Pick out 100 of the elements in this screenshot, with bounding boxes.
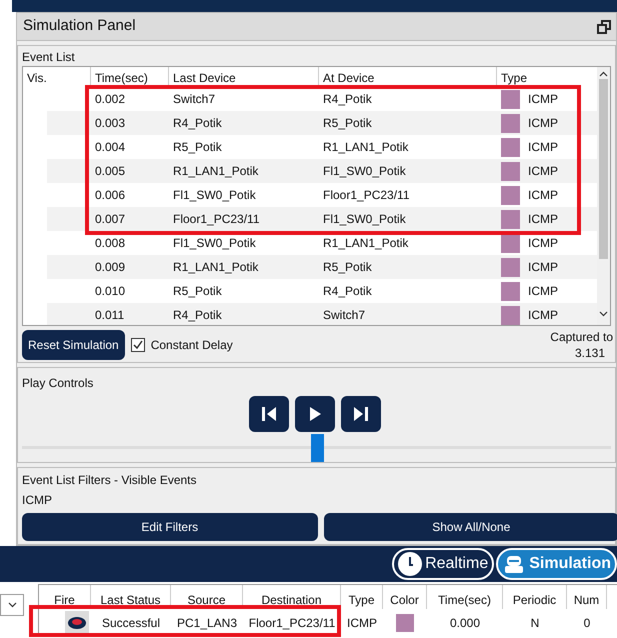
table-cell: 0.004 (95, 140, 126, 154)
color-swatch (501, 138, 520, 156)
table-cell: 0.008 (95, 236, 126, 250)
color-swatch (501, 210, 520, 228)
step-back-button[interactable] (249, 396, 289, 432)
filter-button[interactable]: Show All/None (324, 513, 617, 541)
table-cell: R1_LAN1_Potik (323, 140, 408, 154)
color-swatch (501, 162, 520, 180)
table-cell: 0.007 (95, 212, 126, 226)
restore-icon[interactable] (596, 18, 612, 34)
column-header[interactable]: At Device (323, 69, 374, 87)
table-cell-text: 0.000 (450, 615, 480, 632)
slider-thumb[interactable] (310, 434, 324, 462)
table-cell-text: ICMP (528, 259, 558, 276)
table-cell: Fl1_SW0_Potik (173, 188, 256, 202)
column-header[interactable]: Destination (261, 591, 322, 609)
caret-icon (8, 602, 16, 608)
table-cell: R5_Potik (323, 116, 372, 130)
section-title: Event List (21, 49, 76, 66)
color-swatch (501, 90, 520, 108)
table-cell-text: ICMP (347, 615, 377, 632)
dropdown[interactable] (0, 594, 24, 616)
table-cell: 0.002 (95, 92, 126, 106)
color-swatch (501, 306, 520, 324)
filter-button[interactable]: Edit Filters (22, 513, 318, 541)
table-cell: Fl1_SW0_Potik (323, 164, 406, 178)
reset-simulation-button[interactable]: Reset Simulation (22, 330, 125, 360)
table-cell-text: ICMP (528, 187, 558, 204)
column-header[interactable]: Type (501, 69, 528, 87)
play-button[interactable] (295, 396, 335, 432)
table-cell: 0.010 (95, 284, 126, 298)
table-cell: 0.006 (95, 188, 126, 202)
table-cell: R4_Potik (173, 308, 222, 322)
table-cell-text: PC1_LAN3 (176, 615, 238, 632)
mode-tab[interactable]: Simulation (496, 548, 617, 580)
table-cell: R5_Potik (173, 284, 222, 298)
table-cell-text: Floor1_PC23/11 (248, 615, 336, 632)
table-cell: Floor1_PC23/11 (323, 188, 410, 202)
color-swatch (501, 258, 520, 276)
column-header[interactable]: Last Status (100, 591, 161, 609)
section-title: Play Controls (21, 375, 94, 392)
table-cell: R4_Potik (173, 116, 222, 130)
scroll-up-icon[interactable] (599, 71, 608, 77)
table-cell: 0.009 (95, 260, 126, 274)
column-header[interactable]: Type (348, 591, 374, 609)
clock-icon (397, 551, 424, 577)
column-header[interactable]: Vis. (27, 69, 47, 87)
table-cell: 0.011 (95, 308, 124, 322)
column-header[interactable]: Periodic (512, 591, 556, 609)
column-header[interactable]: Time(sec) (95, 69, 148, 87)
checkbox-label: Constant Delay (150, 337, 233, 354)
table-cell: Switch7 (323, 308, 366, 322)
table-cell-text: ICMP (528, 307, 558, 324)
table-cell: R1_LAN1_Potik (173, 164, 258, 178)
table-cell: R5_Potik (173, 140, 222, 154)
table-cell: 0.005 (95, 164, 126, 178)
table-cell-text: ICMP (528, 235, 558, 252)
table-cell-text: ICMP (528, 163, 558, 180)
table-cell: R4_Potik (323, 92, 372, 106)
table-cell: R5_Potik (323, 260, 372, 274)
color-swatch (501, 114, 520, 132)
column-header[interactable]: Last Device (173, 69, 236, 87)
captured-value: 3.131 (574, 345, 605, 361)
table-cell-text: ICMP (528, 91, 558, 108)
table-cell-text: ICMP (528, 115, 558, 132)
column-header[interactable]: Color (390, 591, 419, 609)
play-icon (308, 406, 322, 422)
captured-label: Captured to (550, 329, 613, 345)
section-title: Event List Filters - Visible Events (22, 472, 198, 489)
fire-button-icon[interactable] (65, 611, 89, 635)
table-cell: Floor1_PC23/11 (173, 212, 260, 226)
column-header[interactable]: Fire (54, 591, 75, 609)
column-header[interactable]: Num (574, 591, 600, 609)
table-cell: R4_Potik (323, 284, 372, 298)
speed-slider[interactable] (22, 434, 611, 462)
table-cell-text: ICMP (528, 211, 558, 228)
step-forward-button[interactable] (341, 396, 381, 432)
panel-title: Simulation Panel (23, 16, 136, 36)
scrollbar-thumb[interactable] (599, 79, 608, 259)
table-cell: R1_LAN1_Potik (173, 260, 258, 274)
scroll-down-icon[interactable] (599, 311, 608, 317)
table-cell-text: Successful (102, 615, 160, 632)
column-header[interactable]: Source (187, 591, 226, 609)
skip-back-icon (261, 406, 277, 422)
color-swatch (501, 282, 520, 300)
table-cell-text: 0 (584, 615, 590, 632)
table-cell-text: ICMP (528, 283, 558, 300)
column-header[interactable]: Time(sec) (438, 591, 491, 609)
filter-value: ICMP (22, 492, 53, 509)
mode-tab[interactable]: Realtime (392, 548, 494, 580)
color-swatch (501, 186, 520, 204)
skip-forward-icon (353, 406, 369, 422)
table-cell-text: ICMP (528, 139, 558, 156)
table-cell: Fl1_SW0_Potik (323, 212, 406, 226)
table-cell: Switch7 (173, 92, 216, 106)
table-cell: Fl1_SW0_Potik (173, 236, 256, 250)
table-cell: R1_LAN1_Potik (323, 236, 408, 250)
table-cell: 0.003 (95, 116, 126, 130)
checkbox[interactable] (130, 338, 145, 352)
table-cell-text: N (530, 615, 540, 632)
